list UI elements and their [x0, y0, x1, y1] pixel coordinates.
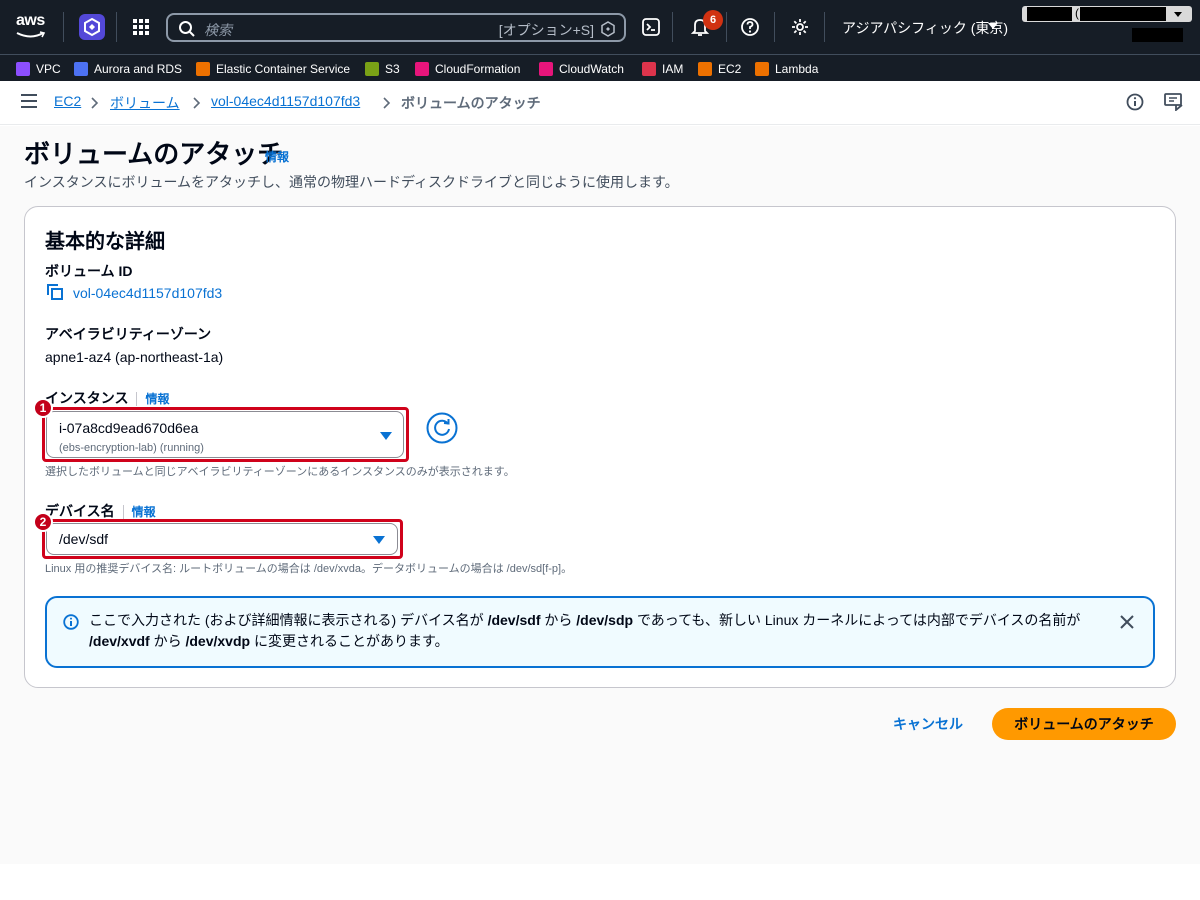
copy-icon[interactable] [47, 284, 63, 300]
page-info-link[interactable]: 情報 [265, 148, 289, 165]
refresh-button[interactable] [426, 412, 458, 444]
breadcrumb-volumes[interactable]: ボリューム [110, 93, 180, 113]
volume-id-label: ボリューム ID [45, 263, 133, 279]
availability-zone-value: apne1-az4 (ap-northeast-1a) [45, 349, 224, 365]
device-select-value: /dev/sdf [59, 531, 109, 547]
device-name-label: デバイス名 情報 [45, 503, 156, 520]
s3-icon [365, 62, 379, 76]
close-icon[interactable] [1119, 614, 1135, 630]
favorites-bar: VPC Aurora and RDS Elastic Container Ser… [0, 54, 1200, 81]
favorite-s3[interactable]: S3 [365, 60, 400, 78]
divider [726, 12, 727, 42]
page-description: インスタンスにボリュームをアタッチし、通常の物理ハードディスクドライブと同じよう… [24, 174, 679, 190]
info-icon [63, 614, 79, 630]
divider [672, 12, 673, 42]
shortcut-icon [601, 21, 615, 37]
breadcrumb-ec2[interactable]: EC2 [54, 93, 81, 109]
divider [116, 12, 117, 42]
ecs-icon [196, 62, 210, 76]
chevron-right-icon [91, 97, 99, 109]
label-divider [122, 505, 124, 520]
account-redacted [1027, 7, 1072, 21]
instance-select-subtext: (ebs-encryption-lab) (running) [59, 442, 204, 454]
device-hint: Linux 用の推奨デバイス名: ルートボリュームの場合は /dev/xvda。… [45, 563, 573, 575]
service-logo-icon[interactable] [79, 14, 105, 40]
basic-details-card: 基本的な詳細 ボリューム ID vol-04ec4d1157d107fd3 アベ… [24, 206, 1176, 688]
instance-label: インスタンス 情報 [45, 390, 170, 407]
instance-select[interactable]: i-07a8cd9ead670d6ea (ebs-encryption-lab)… [46, 411, 404, 458]
favorite-cloudwatch[interactable]: CloudWatch [539, 60, 624, 78]
breadcrumb-volume-id[interactable]: vol-04ec4d1157d107fd3 [211, 93, 360, 109]
iam-icon [642, 62, 656, 76]
favorite-iam[interactable]: IAM [642, 60, 683, 78]
callout-marker-2: 2 [33, 512, 53, 532]
help-icon[interactable] [740, 17, 760, 37]
top-navigation: aws 検索 [オプション+S] 6 アジアパシフィック (東京) ( [0, 0, 1200, 54]
account-redacted [1080, 7, 1166, 21]
instance-select-value: i-07a8cd9ead670d6ea [59, 420, 199, 436]
callout-marker-1: 1 [33, 398, 53, 418]
main-content: ボリュームのアタッチ 情報 インスタンスにボリュームをアタッチし、通常の物理ハー… [0, 126, 1200, 864]
info-alert: ここで入力された (および詳細情報に表示される) デバイス名が /dev/sdf… [45, 596, 1155, 668]
region-selector[interactable]: アジアパシフィック (東京) [842, 18, 1008, 38]
availability-zone-label: アベイラビリティーゾーン [45, 326, 212, 342]
aws-smile-icon [16, 31, 46, 38]
divider [774, 12, 775, 42]
divider [824, 12, 825, 42]
lambda-icon [755, 62, 769, 76]
services-grid-icon[interactable] [131, 17, 151, 37]
alert-message: ここで入力された (および詳細情報に表示される) デバイス名が /dev/sdf… [89, 612, 1081, 649]
breadcrumb-current: ボリュームのアタッチ [401, 95, 541, 111]
search-shortcut-hint: [オプション+S] [498, 22, 594, 38]
caret-down-icon [373, 536, 385, 544]
ec2-icon [698, 62, 712, 76]
aws-logo[interactable]: aws [16, 12, 45, 30]
breadcrumb-bar: EC2 ボリューム vol-04ec4d1157d107fd3 ボリュームのアタ… [0, 81, 1200, 125]
cloudshell-icon[interactable] [641, 17, 661, 37]
vpc-icon [16, 62, 30, 76]
account-redacted [1132, 28, 1183, 42]
account-paren: ( [1075, 6, 1079, 20]
cloudwatch-icon [539, 62, 553, 76]
menu-hamburger-icon[interactable] [21, 94, 37, 108]
rds-icon [74, 62, 88, 76]
chevron-right-icon [193, 97, 201, 109]
favorite-ecs[interactable]: Elastic Container Service [196, 60, 350, 78]
card-title: 基本的な詳細 [45, 231, 165, 253]
caret-down-icon [380, 432, 392, 440]
chevron-down-icon[interactable] [1174, 12, 1182, 17]
device-info-link[interactable]: 情報 [132, 505, 156, 519]
notification-badge: 6 [703, 10, 723, 30]
favorite-vpc[interactable]: VPC [16, 60, 61, 78]
page-title: ボリュームのアタッチ [24, 139, 284, 169]
favorite-ec2[interactable]: EC2 [698, 60, 741, 78]
divider [63, 12, 64, 42]
favorite-cloudformation[interactable]: CloudFormation [415, 60, 520, 78]
favorite-lambda[interactable]: Lambda [755, 60, 818, 78]
settings-gear-icon[interactable] [790, 17, 810, 37]
info-circle-icon[interactable] [1126, 93, 1144, 111]
instance-info-link[interactable]: 情報 [145, 392, 169, 406]
search-input[interactable]: 検索 [オプション+S] [166, 13, 626, 42]
device-name-select[interactable]: /dev/sdf [46, 523, 398, 555]
volume-id-link[interactable]: vol-04ec4d1157d107fd3 [73, 285, 222, 301]
attach-volume-button[interactable]: ボリュームのアタッチ [992, 708, 1176, 740]
favorite-rds[interactable]: Aurora and RDS [74, 60, 182, 78]
label-divider [136, 392, 138, 407]
cloudformation-icon [415, 62, 429, 76]
instance-hint: 選択したボリュームと同じアベイラビリティーゾーンにあるインスタンスのみが表示され… [45, 466, 515, 478]
chevron-right-icon [383, 97, 391, 109]
feedback-icon[interactable] [1164, 93, 1184, 111]
chevron-down-icon[interactable] [988, 23, 998, 29]
search-icon [179, 21, 195, 37]
cancel-button[interactable]: キャンセル [880, 708, 976, 740]
search-placeholder: 検索 [204, 22, 232, 38]
